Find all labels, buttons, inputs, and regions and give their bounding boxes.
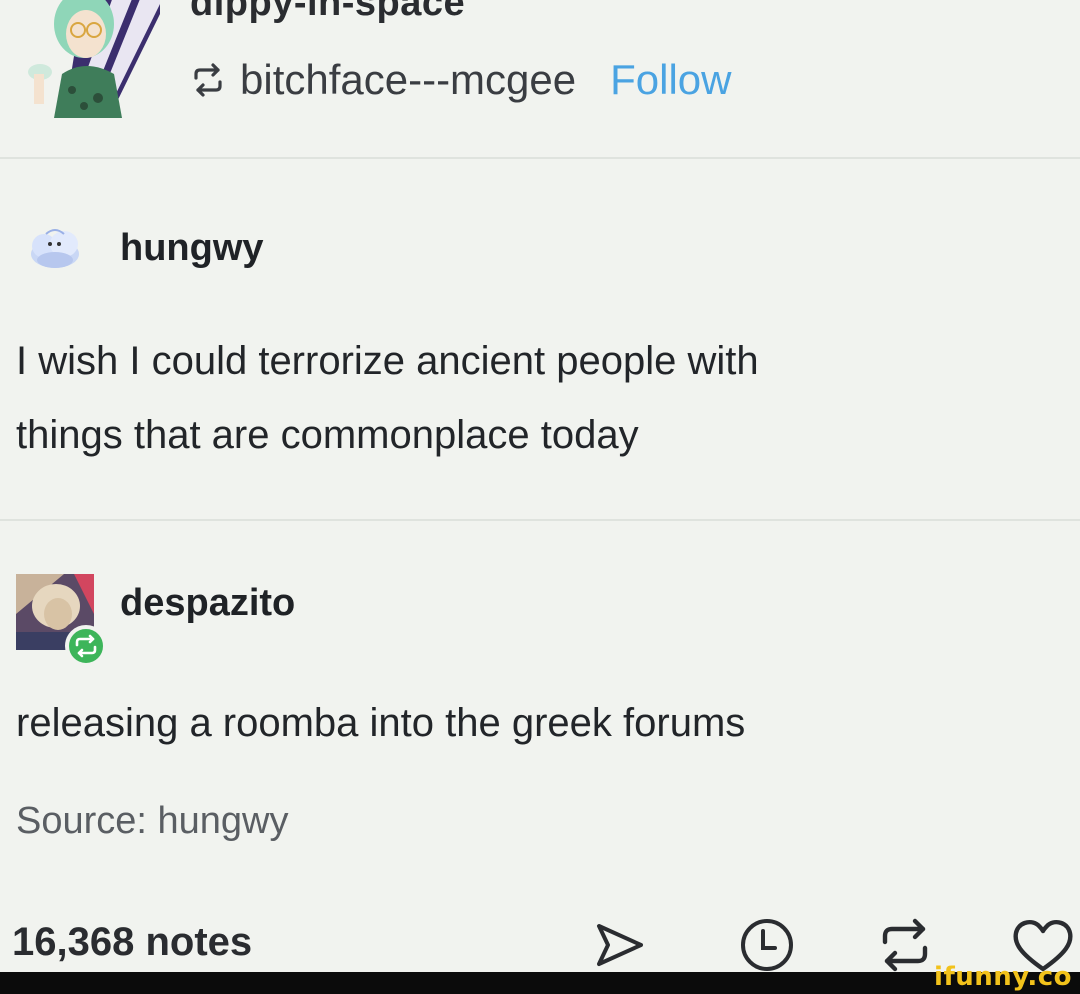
reblogged-from-username[interactable]: bitchface---mcgee: [240, 56, 576, 104]
reblog-icon: [190, 62, 226, 98]
divider: [0, 519, 1080, 521]
user-avatar-hungwy[interactable]: [26, 222, 84, 274]
post-2-text: releasing a roomba into the greek forums: [16, 686, 745, 760]
post-header: dippy-in-space bitchface---mcgee Follow: [0, 0, 1080, 158]
post-1-text: I wish I could terrorize ancient people …: [16, 324, 759, 472]
reblog-icon[interactable]: [872, 914, 938, 976]
source-link[interactable]: Source: hungwy: [16, 800, 289, 843]
blog-name[interactable]: dippy-in-space: [190, 0, 465, 25]
user-avatar-despazito[interactable]: [14, 574, 107, 668]
post-2-header: despazito: [14, 574, 295, 668]
post-1-text-line: things that are commonplace today: [16, 413, 639, 457]
post-2-text-line: releasing a roomba into the greek forums: [16, 701, 746, 745]
blog-avatar[interactable]: [14, 0, 160, 118]
ifunny-watermark: ifunny.co: [934, 962, 1072, 992]
username-despazito[interactable]: despazito: [120, 582, 295, 625]
follow-button[interactable]: Follow: [610, 56, 731, 104]
share-icon[interactable]: [586, 914, 652, 976]
tumblr-post: dippy-in-space bitchface---mcgee Follow: [0, 0, 1080, 972]
bottom-bar: [0, 972, 1080, 994]
post-footer: 16,368 notes: [0, 908, 1080, 978]
username-hungwy[interactable]: hungwy: [120, 227, 264, 270]
divider: [0, 157, 1080, 159]
post-1-header: hungwy: [26, 222, 264, 274]
reblog-attribution: bitchface---mcgee Follow: [190, 52, 732, 108]
notes-count[interactable]: 16,368 notes: [12, 920, 252, 965]
post-1-text-line: I wish I could terrorize ancient people …: [16, 339, 759, 383]
reply-icon[interactable]: [734, 914, 800, 976]
